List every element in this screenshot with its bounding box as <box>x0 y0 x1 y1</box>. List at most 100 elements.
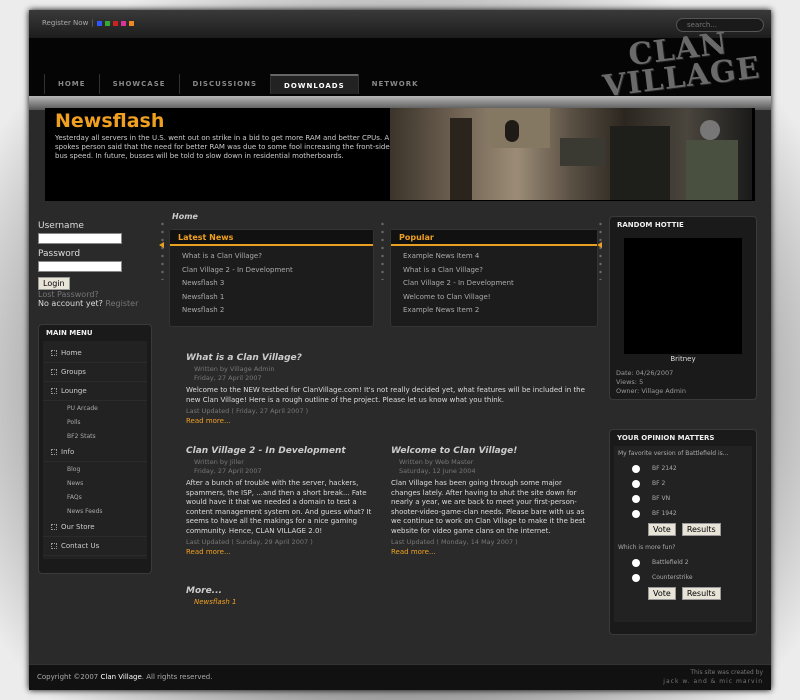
article-body: Clan Village has been going through some… <box>391 479 586 535</box>
password-field[interactable] <box>38 261 122 272</box>
article-title[interactable]: What is a Clan Village? <box>186 353 586 363</box>
color-swatch-icon[interactable] <box>120 20 126 26</box>
list-item[interactable]: Clan Village 2 - In Development <box>170 264 373 278</box>
nav-showcase[interactable]: SHOWCASE <box>98 74 179 94</box>
sidebar-item-lounge[interactable]: Lounge <box>43 382 147 401</box>
popular-list: Example News Item 4 What is a Clan Villag… <box>391 246 597 318</box>
poll-buttons-2: Vote Results <box>614 587 752 600</box>
results-button[interactable]: Results <box>681 587 721 600</box>
list-item[interactable]: What is a Clan Village? <box>391 264 597 278</box>
username-field[interactable] <box>38 233 122 244</box>
sidebar-item-groups[interactable]: Groups <box>43 363 147 382</box>
poll-options-2: Battlefield 2 Counterstrike <box>614 555 752 585</box>
random-hottie-title: RANDOM HOTTIE <box>617 221 684 229</box>
sidebar-item-polls[interactable]: Polls <box>43 415 147 429</box>
color-swatch-icon[interactable] <box>104 20 110 26</box>
list-item[interactable]: What is a Clan Village? <box>170 250 373 264</box>
article-title[interactable]: Welcome to Clan Village! <box>391 446 591 456</box>
vote-button[interactable]: Vote <box>648 523 676 536</box>
nav-discussions[interactable]: DISCUSSIONS <box>178 74 271 94</box>
dots-divider <box>598 220 603 280</box>
lost-password-link[interactable]: Lost Password? <box>38 290 138 299</box>
sidebar-item-faqs[interactable]: FAQs <box>43 490 147 504</box>
poll-option-label: Battlefield 2 <box>652 559 689 566</box>
article-author: Written by Web Master <box>399 458 474 466</box>
credit-line-1: This site was created by <box>690 669 763 676</box>
sidebar-item-label: News <box>67 479 84 487</box>
results-button[interactable]: Results <box>681 523 721 536</box>
read-more-link[interactable]: Read more... <box>186 548 381 556</box>
list-item[interactable]: Clan Village 2 - In Development <box>391 277 597 291</box>
color-swatch-icon[interactable] <box>112 20 118 26</box>
article-title[interactable]: Clan Village 2 - In Development <box>186 446 381 456</box>
color-swatch-icon[interactable] <box>96 20 102 26</box>
hottie-name[interactable]: Britney <box>609 355 757 363</box>
sidebar-item-info[interactable]: Info <box>43 443 147 462</box>
site-credit: This site was created by jack w. and & m… <box>663 668 763 686</box>
list-item[interactable]: Welcome to Clan Village! <box>391 291 597 305</box>
hottie-date: Date: 04/26/2007 <box>616 369 674 377</box>
hottie-image[interactable] <box>624 238 742 354</box>
list-item[interactable]: Newsflash 3 <box>170 277 373 291</box>
password-label: Password <box>38 249 81 259</box>
article-updated: Last Updated ( Friday, 27 April 2007 ) <box>186 407 309 415</box>
grid-icon <box>51 369 57 375</box>
sidebar-item-home[interactable]: Home <box>43 344 147 363</box>
more-heading: More... <box>186 586 222 596</box>
sidebar-item-pu-arcade[interactable]: PU Arcade <box>43 401 147 415</box>
nav-network[interactable]: NETWORK <box>357 74 432 94</box>
copyright-prefix: Copyright ©2007 <box>37 673 99 681</box>
nav-home[interactable]: HOME <box>44 74 99 94</box>
article-body: After a bunch of trouble with the server… <box>186 479 372 535</box>
radio-button[interactable] <box>632 494 640 503</box>
list-item[interactable]: Newsflash 1 <box>170 291 373 305</box>
login-button[interactable]: Login <box>38 277 70 290</box>
color-swatch-icon[interactable] <box>128 20 134 26</box>
poll-buttons-1: Vote Results <box>614 523 752 536</box>
poll-question-2: Which is more fun? <box>618 544 676 551</box>
register-link[interactable]: Register <box>105 299 138 308</box>
register-area: Register Now | <box>42 19 134 27</box>
list-item[interactable]: Example News Item 2 <box>391 304 597 318</box>
poll-option-label: BF 1942 <box>652 510 677 517</box>
poll-option[interactable]: BF 2142 <box>614 461 752 476</box>
radio-button[interactable] <box>632 479 640 488</box>
footer-brand[interactable]: Clan Village <box>100 673 141 681</box>
nav-downloads[interactable]: DOWNLOADS <box>270 74 358 94</box>
radio-button[interactable] <box>632 573 640 582</box>
sidebar-item-label: Groups <box>61 368 86 376</box>
sidebar-item-bf2-stats[interactable]: BF2 Stats <box>43 429 147 443</box>
radio-button[interactable] <box>632 558 640 567</box>
article-date: Friday, 27 April 2007 <box>194 374 262 382</box>
sidebar-item-our-store[interactable]: Our Store <box>43 518 147 537</box>
sidebar-item-label: Blog <box>67 465 81 473</box>
poll-question-1: My favorite version of Battlefield is... <box>618 450 729 457</box>
radio-button[interactable] <box>632 464 640 473</box>
poll-title: YOUR OPINION MATTERS <box>617 434 715 442</box>
hottie-info: Date: 04/26/2007 Views: 5 Owner: Village… <box>616 369 686 396</box>
vote-button[interactable]: Vote <box>648 587 676 600</box>
register-link[interactable]: Register Now <box>42 19 88 27</box>
more-link[interactable]: Newsflash 1 <box>186 598 237 606</box>
poll-option[interactable]: Battlefield 2 <box>614 555 752 570</box>
poll-option-label: Counterstrike <box>652 574 693 581</box>
sidebar-item-news-feeds[interactable]: News Feeds <box>43 504 147 518</box>
read-more-link[interactable]: Read more... <box>186 417 586 425</box>
poll-option[interactable]: BF VN <box>614 491 752 506</box>
poll-option[interactable]: BF 1942 <box>614 506 752 521</box>
radio-button[interactable] <box>632 509 640 518</box>
list-item[interactable]: Example News Item 4 <box>391 250 597 264</box>
article-updated: Last Updated ( Monday, 14 May 2007 ) <box>391 538 518 546</box>
poll-option[interactable]: Counterstrike <box>614 570 752 585</box>
sidebar-item-label: Home <box>61 349 82 357</box>
newsflash-title: Newsflash <box>55 110 165 132</box>
sidebar-item-news[interactable]: News <box>43 476 147 490</box>
sidebar-item-contact-us[interactable]: Contact Us <box>43 537 147 556</box>
list-item[interactable]: Newsflash 2 <box>170 304 373 318</box>
latest-news-panel: Latest News What is a Clan Village? Clan … <box>169 229 374 327</box>
sidebar-item-blog[interactable]: Blog <box>43 462 147 476</box>
divider: | <box>91 19 94 27</box>
poll-option[interactable]: BF 2 <box>614 476 752 491</box>
sidebar-item-label: Contact Us <box>61 542 100 550</box>
read-more-link[interactable]: Read more... <box>391 548 591 556</box>
